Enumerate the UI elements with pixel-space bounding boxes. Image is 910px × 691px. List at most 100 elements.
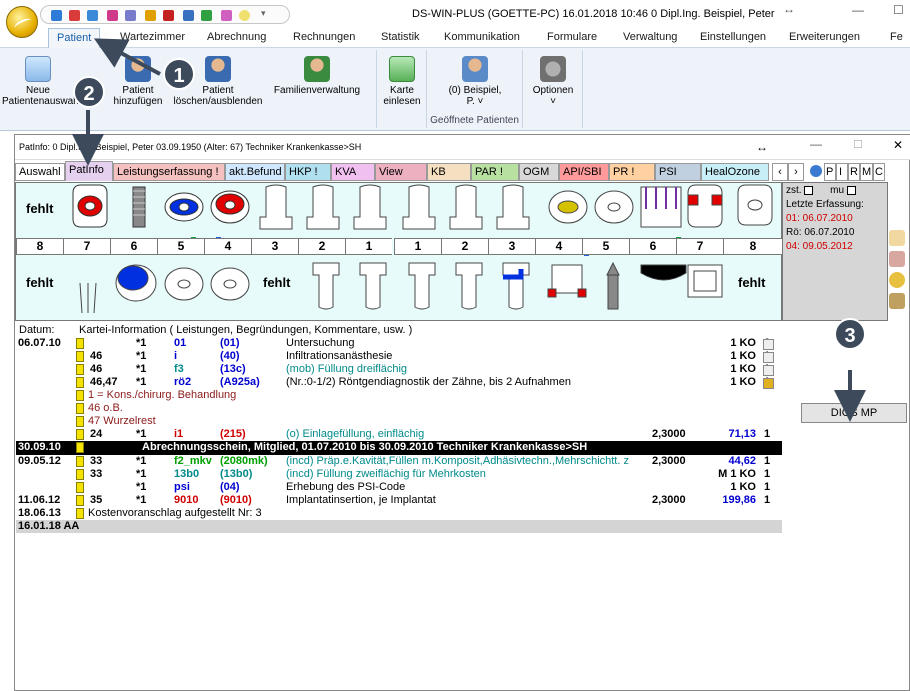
patient-close-button[interactable]: ✕ [893,138,903,152]
minimize-button[interactable]: — [852,3,864,17]
tooth-32[interactable] [455,262,483,310]
tooth-24[interactable] [548,190,588,224]
tooth-12[interactable] [306,184,340,230]
table-row[interactable]: 1 = Kons./chirurg. Behandlung [16,389,782,402]
tooth-11[interactable] [353,184,387,230]
gear-small-icon[interactable] [763,378,774,389]
entry-marker[interactable] [76,351,84,362]
patient-restore-icon[interactable]: ↔ [756,140,768,154]
tab-m[interactable]: M [860,163,873,181]
tooth-22[interactable] [449,184,483,230]
binoculars-icon[interactable] [763,365,774,376]
table-row[interactable]: 46,47 *1 rö2 (A925a) (Nr.:0-1/2) Röntgendiag… [16,376,782,389]
table-row[interactable]: 33 *1 13b0 (13b0) (incd) Füllung zweiflächig… [16,468,782,481]
menu-wartezimmer[interactable]: Wartezimmer [120,31,185,43]
menu-statistik[interactable]: Statistik [381,31,420,43]
tab-healozone[interactable]: HealOzone [701,163,769,181]
tab-par[interactable]: PAR ! [471,163,519,181]
table-row[interactable]: *1 psi (04) Erhebung des PSI-Code 1 KO 1 [16,481,782,494]
tab-akt-befund[interactable]: akt.Befund [225,163,285,181]
tab-kb[interactable]: KB [427,163,471,181]
calendar-quick-icon[interactable] [87,10,98,21]
notes-icon[interactable] [763,339,774,350]
tooth-16-implant[interactable] [132,186,146,228]
open-patient-button[interactable]: (0) Beispiel, P. ˅ [427,54,523,107]
menu-patient[interactable]: Patient [48,28,101,49]
flag-quick-icon[interactable] [163,10,174,21]
tooth-17[interactable] [72,184,108,228]
pen-tool-icon[interactable] [889,293,905,309]
tooth-45[interactable] [164,267,204,301]
entry-marker[interactable] [76,416,84,427]
record-quick-icon[interactable] [69,10,80,21]
tooth-47[interactable] [79,282,97,314]
chart-quick-icon[interactable] [107,10,118,21]
tooth-14[interactable] [210,190,250,224]
entry-marker[interactable] [76,442,84,453]
tooth-27[interactable] [687,184,723,228]
gear-tool-icon[interactable] [889,272,905,288]
options-button[interactable]: Optionen ˅ [523,54,583,107]
maximize-button[interactable]: ☐ [893,3,904,17]
table-row[interactable]: 16.01.18 AA [16,520,782,533]
magnifier-icon[interactable] [763,352,774,363]
moon-quick-icon[interactable] [239,10,250,21]
table-row[interactable]: 30.09.10 Abrechnungsschein, Mitglied, 01.… [16,441,782,455]
menu-fenster[interactable]: Fe [890,31,903,43]
zst-checkbox[interactable] [804,185,814,195]
tab-leistungserfassung[interactable]: Leistungserfassung ! [113,163,225,181]
entry-marker[interactable] [76,338,84,349]
tooth-13[interactable] [259,184,293,230]
entry-marker[interactable] [76,403,84,414]
tab-patinfo[interactable]: PatInfo [65,161,113,181]
tools-quick-icon[interactable] [125,10,136,21]
tooth-41[interactable] [359,262,387,310]
menu-abrechnung[interactable]: Abrechnung [207,31,266,43]
tooth-31[interactable] [408,262,436,310]
tooth-42[interactable] [312,262,340,310]
mu-checkbox[interactable] [846,185,856,195]
patient-maximize-button[interactable]: ☐ [853,138,863,151]
menu-erweiterungen[interactable]: Erweiterungen [789,31,860,43]
tab-view[interactable]: View [375,163,427,181]
table-row[interactable]: 46 *1 f3 (13c) (mob) Füllung dreiflächig 1 KO… [16,363,782,376]
app-logo-icon[interactable] [6,6,38,38]
menu-rechnungen[interactable]: Rechnungen [293,31,355,43]
tab-scroll-left[interactable]: ‹ [772,163,788,181]
restore-icon[interactable]: ↔ [783,2,795,16]
tooth-46[interactable] [115,264,157,302]
tab-hkp[interactable]: HKP ! [285,163,331,181]
tooth-44[interactable] [210,267,250,301]
patient-minimize-button[interactable]: — [810,137,822,151]
tooth-34[interactable] [547,264,587,298]
tab-api-sbi[interactable]: API/SBI [559,163,609,181]
entry-marker[interactable] [76,482,84,493]
entry-marker[interactable] [76,377,84,388]
tooth-26[interactable] [640,186,682,228]
table-row[interactable]: 46 o.B. [16,402,782,415]
tooth-35-implant[interactable] [606,261,620,310]
menu-einstellungen[interactable]: Einstellungen [700,31,766,43]
tab-ogm[interactable]: OGM [519,163,559,181]
tab-i[interactable]: I [836,163,848,181]
table-row[interactable]: 46*1i(40)Infiltrationsanästhesie1 KO1 [16,350,782,363]
entry-marker[interactable] [76,364,84,375]
tooth-25[interactable] [594,190,634,224]
tooth-43-missing[interactable]: fehlt [263,275,290,290]
help-icon[interactable] [810,165,822,177]
table-row[interactable]: 47 Wurzelrest [16,415,782,428]
tooth-23[interactable] [496,184,530,230]
menu-verwaltung[interactable]: Verwaltung [623,31,677,43]
entry-marker[interactable] [76,495,84,506]
money-quick-icon[interactable] [145,10,156,21]
chart-tool-icon[interactable] [889,230,905,246]
star-quick-icon[interactable] [221,10,232,21]
entry-marker[interactable] [76,508,84,519]
tab-r[interactable]: R [848,163,860,181]
tooth-28[interactable] [737,184,773,226]
qat-dropdown-icon[interactable]: ▾ [261,8,266,19]
dios-mp-button[interactable]: DIOS MP [801,403,907,423]
patient-quick-icon[interactable] [51,10,62,21]
add-patient-button[interactable]: Patient hinzufügen [104,54,172,107]
tooth-21[interactable] [402,184,436,230]
